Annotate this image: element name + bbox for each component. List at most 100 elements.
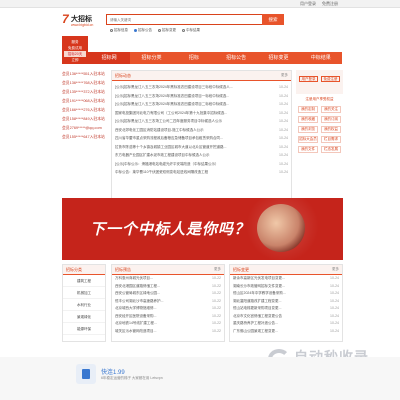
- news-date: 10-24: [279, 136, 288, 140]
- news-panel: 招标动态 更多 [公示]招标黑龙江八五三农场2024年黑标准农田建设项目三标段中…: [111, 70, 292, 210]
- user-register-button[interactable]: 免费注册: [321, 76, 340, 82]
- list-item: 会员166*****276入驻本站: [62, 108, 105, 112]
- panel-title: 招标变更: [233, 267, 249, 272]
- my-subscribe-button[interactable]: 我的订阅: [321, 116, 341, 123]
- panel-header: 招标预告 更多: [112, 265, 224, 275]
- nav-item-categories[interactable]: 招标分类: [130, 52, 172, 64]
- change-row[interactable]: 恒山站电梯更新采购项目变更... 10-24: [230, 305, 342, 313]
- radio-bid-change[interactable]: 招标变更: [158, 28, 176, 33]
- change-row[interactable]: 湖北襄阳道路改扩建工程变更... 10-24: [230, 298, 342, 306]
- my-files-button[interactable]: 我的文件: [298, 146, 318, 153]
- column-trend-button[interactable]: 栏态发展: [321, 146, 341, 153]
- notice-date: 10-22: [212, 291, 221, 295]
- login-link[interactable]: 用户登录: [300, 1, 316, 7]
- change-row[interactable]: 重庆路桥养护工程补遗公告... 10-24: [230, 320, 342, 328]
- more-link[interactable]: 更多: [214, 267, 221, 272]
- logo-mark: 7: [62, 12, 69, 26]
- my-rights-button[interactable]: 我的权益: [321, 126, 341, 133]
- notice-date: 10-22: [212, 328, 221, 333]
- vip-button[interactable]: 招标大会员: [298, 136, 318, 143]
- search-button[interactable]: 搜索: [262, 14, 284, 25]
- panel-title: 招标分类: [66, 267, 82, 272]
- news-row[interactable]: [公示]招标黑龙江八五三农场工公司二四年度服务项目中标候选人公示 10-24: [115, 117, 288, 126]
- news-title: 西安北郊电化工园区消防站建设项目-施工中标候选人公示: [115, 127, 204, 132]
- news-row[interactable]: 西安北郊电化工园区消防站建设项目-施工中标候选人公示 10-24: [115, 126, 288, 135]
- category-panel: 招标分类 建筑工程 机械加工 水利行业 景观绿化 能源环保: [62, 264, 106, 342]
- change-title: 重庆路桥养护工程补遗公告...: [233, 321, 278, 325]
- list-item: 会员135*****372入驻本站: [62, 90, 105, 94]
- site-logo[interactable]: 7 大招标 www.bigbid.cn: [62, 12, 106, 34]
- change-row[interactable]: 恒山区2024年中学教学设备采购... 10-24: [230, 290, 342, 298]
- news-date: 10-24: [279, 161, 288, 166]
- notice-row[interactable]: 西安北港园区道路修缮工程... 10-22: [112, 283, 224, 291]
- news-row[interactable]: 中标公告：莱华曹110千伏团瓷双侧变电站进线间隔改造工程 10-24: [115, 168, 288, 177]
- news-date: 10-24: [279, 93, 288, 98]
- my-custom-button[interactable]: 我的定制: [298, 106, 318, 113]
- radio-label: 中标结果: [186, 28, 200, 32]
- nav-item-notices[interactable]: 招标公告: [215, 52, 257, 64]
- news-row[interactable]: 东方电器产业园区扩建水泥市政工程建设项目中标候选人公示 10-24: [115, 151, 288, 160]
- news-date: 10-24: [279, 127, 288, 132]
- column-needs-button[interactable]: 栏目需求: [321, 136, 341, 143]
- news-row[interactable]: 四川省华蓥市重点采购流程政后备粮应急储备项目承包租赁采购合同... 10-24: [115, 134, 288, 143]
- news-row[interactable]: [公示]招标黑龙江八五三农场2024年黑标准农田建设项目一标段中标候选... 10…: [115, 92, 288, 101]
- nav-item-results[interactable]: 中标结果: [300, 52, 342, 64]
- promo-badge[interactable]: 服务 免费试用 招标20天 立即: [62, 36, 88, 64]
- radio-dot-icon: [182, 29, 185, 32]
- change-date: 10-24: [330, 313, 339, 318]
- my-favorites-button[interactable]: 我的收藏: [298, 116, 318, 123]
- radio-bid-notice[interactable]: 招标公告: [134, 28, 152, 33]
- news-row[interactable]: [公示]招标黑龙江八五三农场2024年黑标准农田建设项目二标段中标候选... 10…: [115, 100, 288, 109]
- category-item[interactable]: 机械加工: [63, 287, 105, 299]
- change-row[interactable]: 湖南长沙市政管网招标文件变更... 10-24: [230, 283, 342, 291]
- nav-item-bids[interactable]: 招标: [173, 52, 215, 64]
- notice-row[interactable]: 城关区污水管网改造项目... 10-22: [112, 328, 224, 336]
- radio-bid-info[interactable]: 招标信息: [110, 28, 128, 33]
- my-follow-button[interactable]: 我的关注: [321, 106, 341, 113]
- nav-item-home[interactable]: 招标网: [88, 52, 131, 64]
- user-login-button[interactable]: 用户登录: [299, 76, 318, 82]
- bid-notice-panel: 招标预告 更多 万科惠州商城光伏项目... 10-22 西安北港园区道路修缮工程.…: [111, 264, 225, 342]
- list-item: 会员155*****647入驻本站: [62, 135, 105, 139]
- register-link[interactable]: 免费注册: [322, 1, 338, 7]
- change-date: 10-24: [330, 306, 339, 310]
- news-row[interactable]: [公示]招标黑龙江八五三农场2024年黑标准农田建设项目三标段中标候选人... 1…: [115, 83, 288, 92]
- my-browse-button[interactable]: 我的浏览: [298, 126, 318, 133]
- change-row[interactable]: 北京市文化宫修缮工程变更公告 10-24: [230, 313, 342, 321]
- news-date: 10-24: [279, 85, 288, 89]
- notice-row[interactable]: 北京地铁14号线扩建工程... 10-22: [112, 320, 224, 328]
- notice-row[interactable]: 万科惠州商城光伏项目... 10-22: [112, 275, 224, 283]
- category-item[interactable]: 能源环保: [63, 323, 105, 335]
- category-item[interactable]: 建筑工程: [63, 275, 105, 287]
- notice-row[interactable]: 西安经开区医院设备采购... 10-22: [112, 313, 224, 321]
- news-row[interactable]: 国家电投集团河北电力有限公司（工公司2024年第十九批集中招标候选... 10-2…: [115, 109, 288, 118]
- news-row[interactable]: 拉鲁市陈浩等十个乡镇及城镇工业园区城市大道以北片区管道开挖道路... 10-24: [115, 143, 288, 152]
- notice-row[interactable]: 西安公管局城东区绿地公园... 10-22: [112, 290, 224, 298]
- footer-ad[interactable]: 快连1.99 6年稳定运营的梯子 大家都在用 Letsvpn: [0, 357, 400, 400]
- change-row[interactable]: 新余市高新区光伏发电项目变更... 10-24: [230, 275, 342, 283]
- notice-title: 城关区污水管网改造项目...: [115, 328, 157, 333]
- change-row[interactable]: 广东佛山公园景观工程变更... 10-24: [230, 328, 342, 336]
- main-nav: 招标网 招标分类 招标 招标公告 招标变更 中标结果: [88, 52, 342, 64]
- category-item[interactable]: 水利行业: [63, 299, 105, 311]
- news-title: [公示]招标黑龙江八五三农场2024年黑标准农田建设项目三标段中标候选人...: [115, 85, 233, 89]
- radio-dot-icon: [134, 29, 137, 32]
- category-item[interactable]: 景观绿化: [63, 311, 105, 323]
- radio-label: 招标变更: [162, 28, 176, 32]
- change-title: 湖北襄阳道路改扩建工程变更...: [233, 298, 282, 303]
- search-type-options: 招标信息 招标公告 招标变更 中标结果: [110, 28, 200, 33]
- promo-banner[interactable]: 下一个中标人是你吗？: [62, 198, 343, 260]
- more-link[interactable]: 更多: [332, 267, 339, 272]
- search-input[interactable]: [107, 15, 257, 24]
- change-title: 新余市高新区光伏发电项目变更...: [233, 276, 285, 280]
- change-date: 10-24: [330, 298, 339, 303]
- radio-bid-result[interactable]: 中标结果: [182, 28, 200, 33]
- more-link[interactable]: 更多: [281, 73, 288, 78]
- nav-item-changes[interactable]: 招标变更: [257, 52, 299, 64]
- panel-title: 招标预告: [115, 267, 131, 272]
- notice-row[interactable]: 北京城西大学博物馆维修... 10-22: [112, 305, 224, 313]
- news-row[interactable]: [公示]中标公示：滑福港电站电缆光纤平安端改造（中标结果公示） 10-24: [115, 160, 288, 169]
- notice-row[interactable]: 恒丰公司湖北沙市高速路养护... 10-22: [112, 298, 224, 306]
- notice-date: 10-22: [212, 313, 221, 318]
- ad-title[interactable]: 快连1.99: [101, 367, 125, 376]
